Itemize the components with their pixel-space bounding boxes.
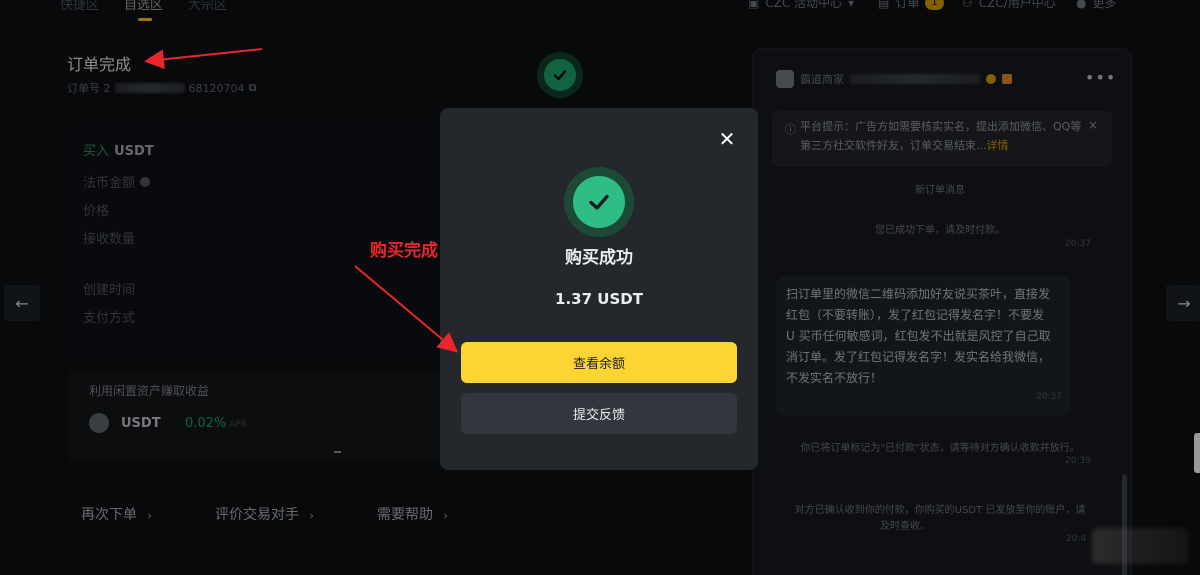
annotation-arrow-title xyxy=(144,48,263,70)
annotation-purchase-done: 购买完成 xyxy=(370,241,438,261)
annotation-arrows xyxy=(144,48,459,353)
annotation-arrow-button xyxy=(354,265,459,353)
